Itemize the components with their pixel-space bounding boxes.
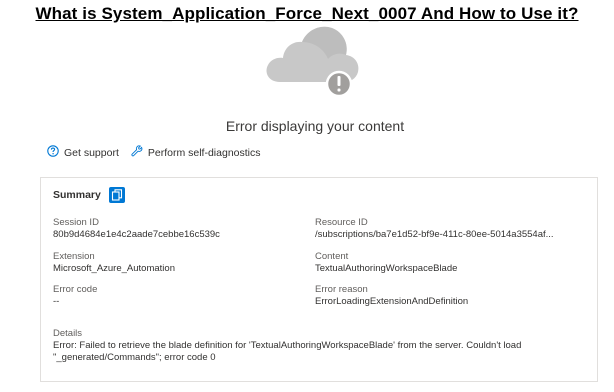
action-bar: Get support Perform self-diagnostics bbox=[47, 145, 273, 160]
summary-panel: Summary Session ID 80b9d4684e1e4c2aade7c… bbox=[40, 177, 598, 382]
get-support-label: Get support bbox=[64, 146, 119, 159]
details-line-1: Error: Failed to retrieve the blade defi… bbox=[53, 340, 522, 351]
details-section: Details Error: Failed to retrieve the bl… bbox=[53, 328, 583, 364]
extension-label: Extension bbox=[53, 251, 95, 262]
extension-value: Microsoft_Azure_Automation bbox=[53, 263, 175, 274]
error-reason-label: Error reason bbox=[315, 284, 368, 295]
summary-header: Summary bbox=[53, 187, 125, 203]
content-field: Content TextualAuthoringWorkspaceBlade bbox=[315, 251, 457, 275]
session-id-label: Session ID bbox=[53, 217, 99, 228]
extension-field: Extension Microsoft_Azure_Automation bbox=[53, 251, 175, 275]
self-diagnostics-button[interactable]: Perform self-diagnostics bbox=[131, 145, 261, 160]
error-code-value: -- bbox=[53, 296, 60, 307]
summary-title: Summary bbox=[53, 189, 101, 201]
error-title: Error displaying your content bbox=[225, 118, 405, 134]
cloud-error-icon bbox=[262, 22, 362, 100]
article-headline: What is System_Application_Force_Next_00… bbox=[35, 4, 579, 23]
session-id-field: Session ID 80b9d4684e1e4c2aade7cebbe16c5… bbox=[53, 217, 220, 241]
content-label: Content bbox=[315, 251, 349, 262]
error-code-label: Error code bbox=[53, 284, 98, 295]
get-support-button[interactable]: Get support bbox=[47, 145, 119, 160]
resource-id-label: Resource ID bbox=[315, 217, 368, 228]
wrench-icon bbox=[131, 145, 148, 160]
details-line-2: "_generated/Commands"; error code 0 bbox=[53, 352, 216, 363]
content-value: TextualAuthoringWorkspaceBlade bbox=[315, 263, 458, 274]
copy-icon[interactable] bbox=[108, 187, 125, 203]
error-reason-field: Error reason ErrorLoadingExtensionAndDef… bbox=[315, 284, 468, 308]
session-id-value: 80b9d4684e1e4c2aade7cebbe16c539c bbox=[53, 229, 220, 240]
resource-id-field: Resource ID /subscriptions/ba7e1d52-bf9e… bbox=[315, 217, 554, 241]
error-reason-value: ErrorLoadingExtensionAndDefinition bbox=[315, 296, 469, 307]
error-code-field: Error code -- bbox=[53, 284, 97, 308]
question-circle-icon bbox=[47, 145, 64, 160]
self-diagnostics-label: Perform self-diagnostics bbox=[147, 146, 261, 159]
details-label: Details bbox=[53, 328, 83, 339]
resource-id-value: /subscriptions/ba7e1d52-bf9e-411c-80ee-5… bbox=[315, 229, 554, 240]
